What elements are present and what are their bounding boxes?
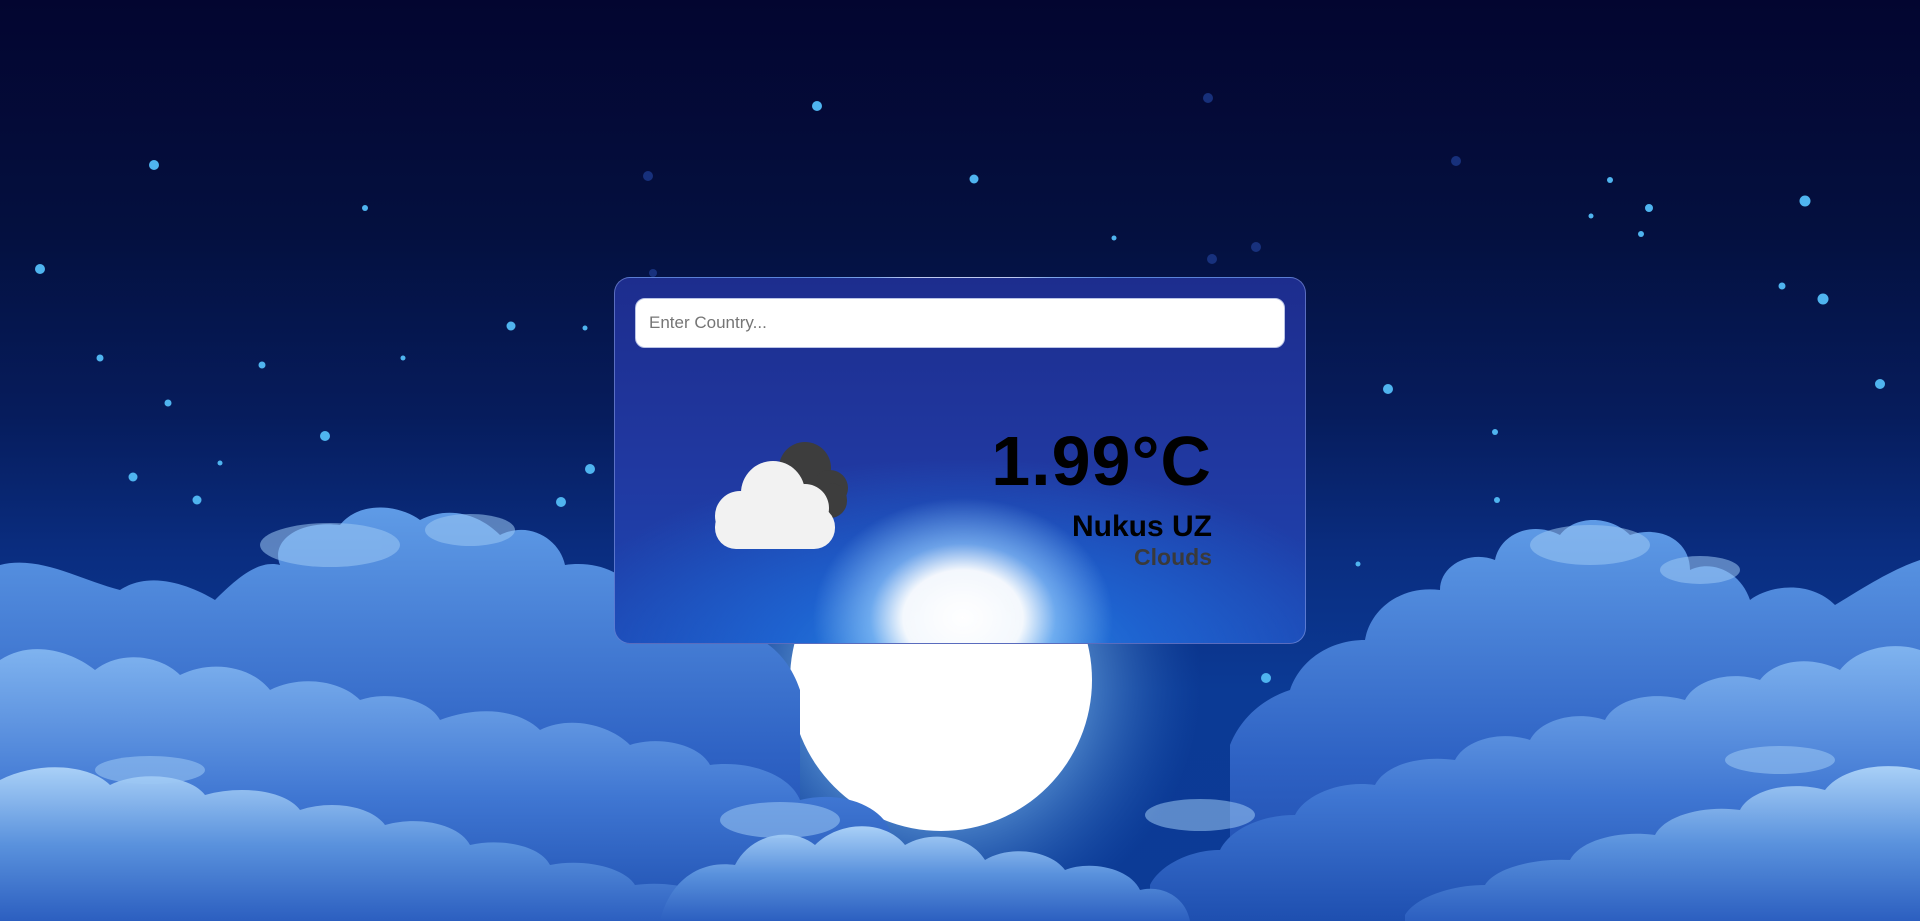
weather-card: 1.99°C Nukus UZ Clouds [614,277,1306,644]
location-name: Nukus UZ [1071,510,1212,543]
country-search-input[interactable] [635,298,1285,348]
weather-condition: Clouds [1134,544,1212,570]
temperature-value: 1.99°C [991,422,1212,500]
clouds-icon [715,442,848,549]
night-sky-background: 1.99°C Nukus UZ Clouds [0,0,1920,921]
faint-stars [643,93,1461,277]
